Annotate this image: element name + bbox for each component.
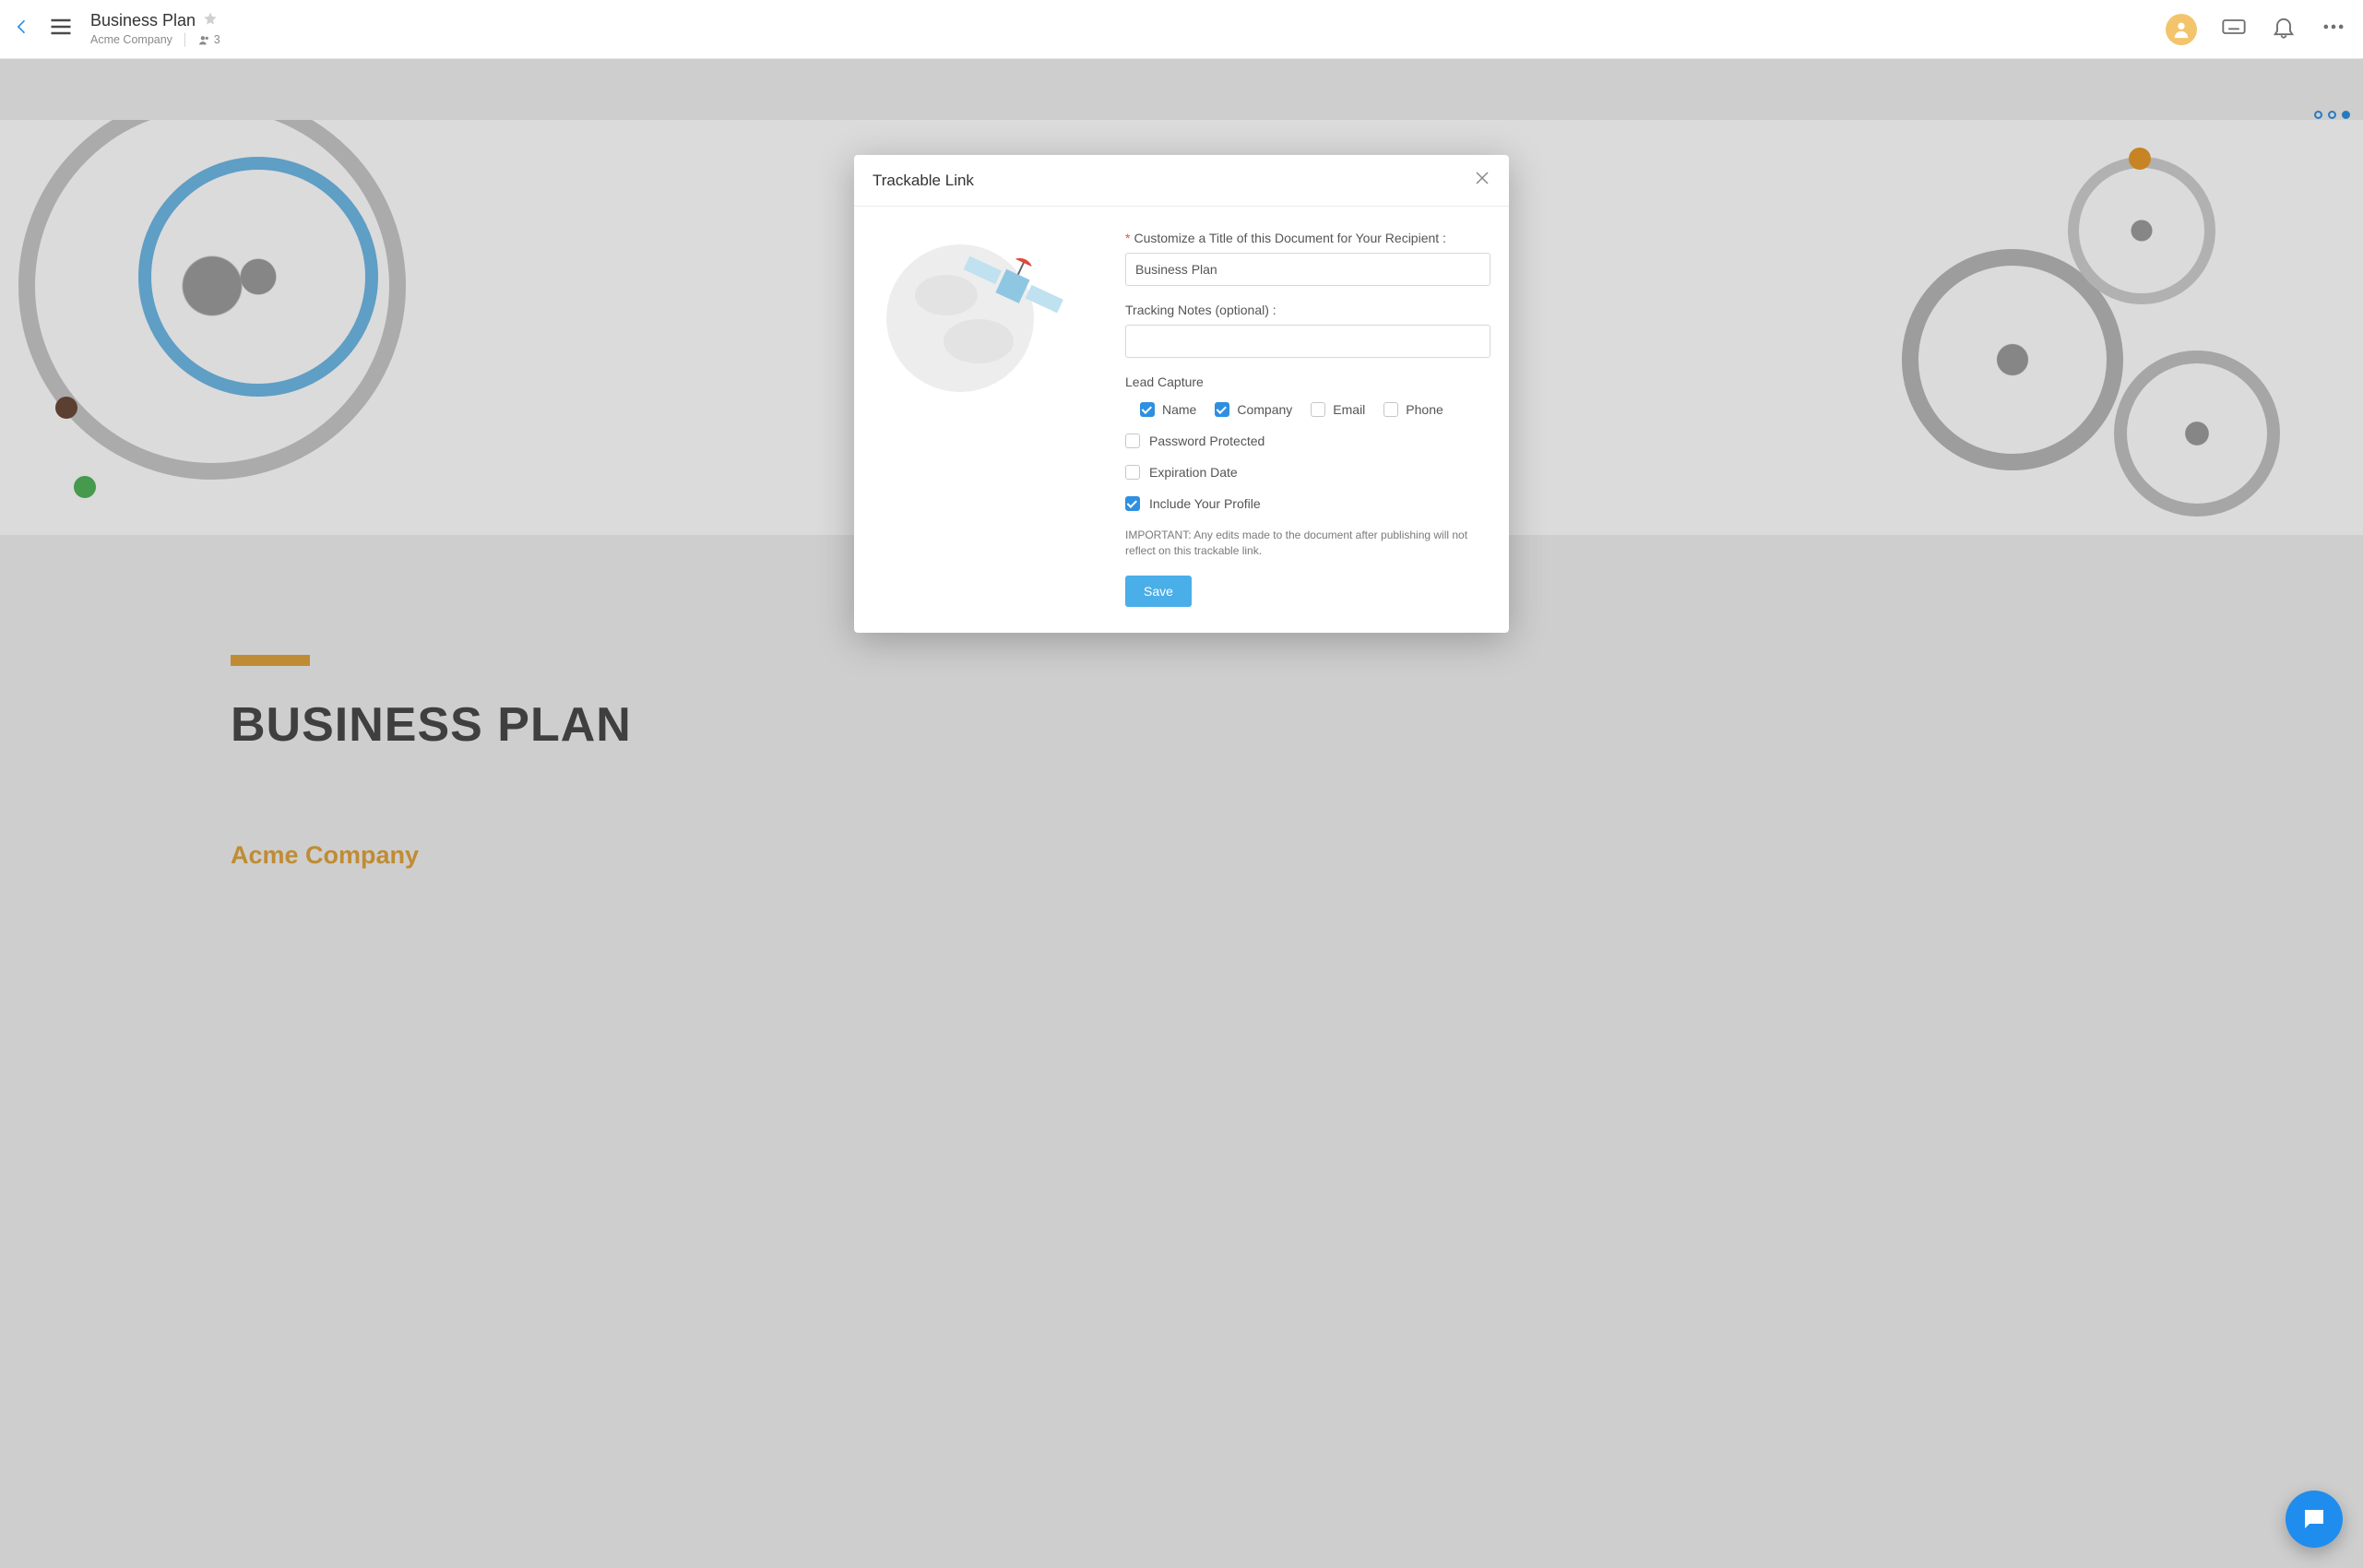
people-count[interactable]: 3: [198, 33, 220, 47]
close-icon[interactable]: [1474, 170, 1490, 191]
save-button[interactable]: Save: [1125, 576, 1192, 607]
expiration-date-label: Expiration Date: [1149, 465, 1238, 480]
lead-capture-label: Lead Capture: [1125, 374, 1490, 389]
lead-phone-label: Phone: [1406, 402, 1443, 417]
lead-email-checkbox[interactable]: [1311, 402, 1325, 417]
topbar-right: [2166, 14, 2346, 45]
meta-separator: │: [182, 33, 189, 47]
title-input[interactable]: [1125, 253, 1490, 286]
chat-fab[interactable]: [2286, 1491, 2343, 1548]
doc-title-block: Business Plan Acme Company │ 3: [90, 11, 220, 47]
include-profile-checkbox[interactable]: [1125, 496, 1140, 511]
lead-company-checkbox[interactable]: [1215, 402, 1229, 417]
trackable-link-modal: Trackable Link: [854, 155, 1509, 633]
satellite-illustration: [873, 231, 1103, 607]
password-protected-checkbox[interactable]: [1125, 434, 1140, 448]
include-profile-label: Include Your Profile: [1149, 496, 1261, 511]
doc-title: Business Plan: [90, 11, 196, 31]
people-count-value: 3: [214, 33, 220, 47]
back-icon[interactable]: [13, 18, 31, 41]
hamburger-icon[interactable]: [48, 14, 74, 44]
doc-company: Acme Company: [90, 33, 172, 47]
star-icon[interactable]: [203, 11, 218, 30]
expiration-date-checkbox[interactable]: [1125, 465, 1140, 480]
lead-company-label: Company: [1237, 402, 1292, 417]
notes-field-label: Tracking Notes (optional) :: [1125, 303, 1490, 317]
lead-capture-row: Name Company Email Phone: [1140, 402, 1490, 417]
lead-name-label: Name: [1162, 402, 1196, 417]
lead-email-label: Email: [1333, 402, 1365, 417]
keyboard-icon[interactable]: [2221, 14, 2247, 44]
password-protected-label: Password Protected: [1149, 434, 1265, 448]
page-area: BUSINESS PLAN Acme Company Trackable Lin…: [0, 59, 2363, 1568]
lead-phone-checkbox[interactable]: [1383, 402, 1398, 417]
bell-icon[interactable]: [2271, 14, 2297, 44]
title-field-label: *Customize a Title of this Document for …: [1125, 231, 1490, 245]
avatar[interactable]: [2166, 14, 2197, 45]
notes-input[interactable]: [1125, 325, 1490, 358]
topbar: Business Plan Acme Company │ 3: [0, 0, 2363, 59]
modal-title: Trackable Link: [873, 172, 974, 190]
fine-print: IMPORTANT: Any edits made to the documen…: [1125, 528, 1490, 559]
more-icon[interactable]: [2321, 14, 2346, 44]
lead-name-checkbox[interactable]: [1140, 402, 1155, 417]
